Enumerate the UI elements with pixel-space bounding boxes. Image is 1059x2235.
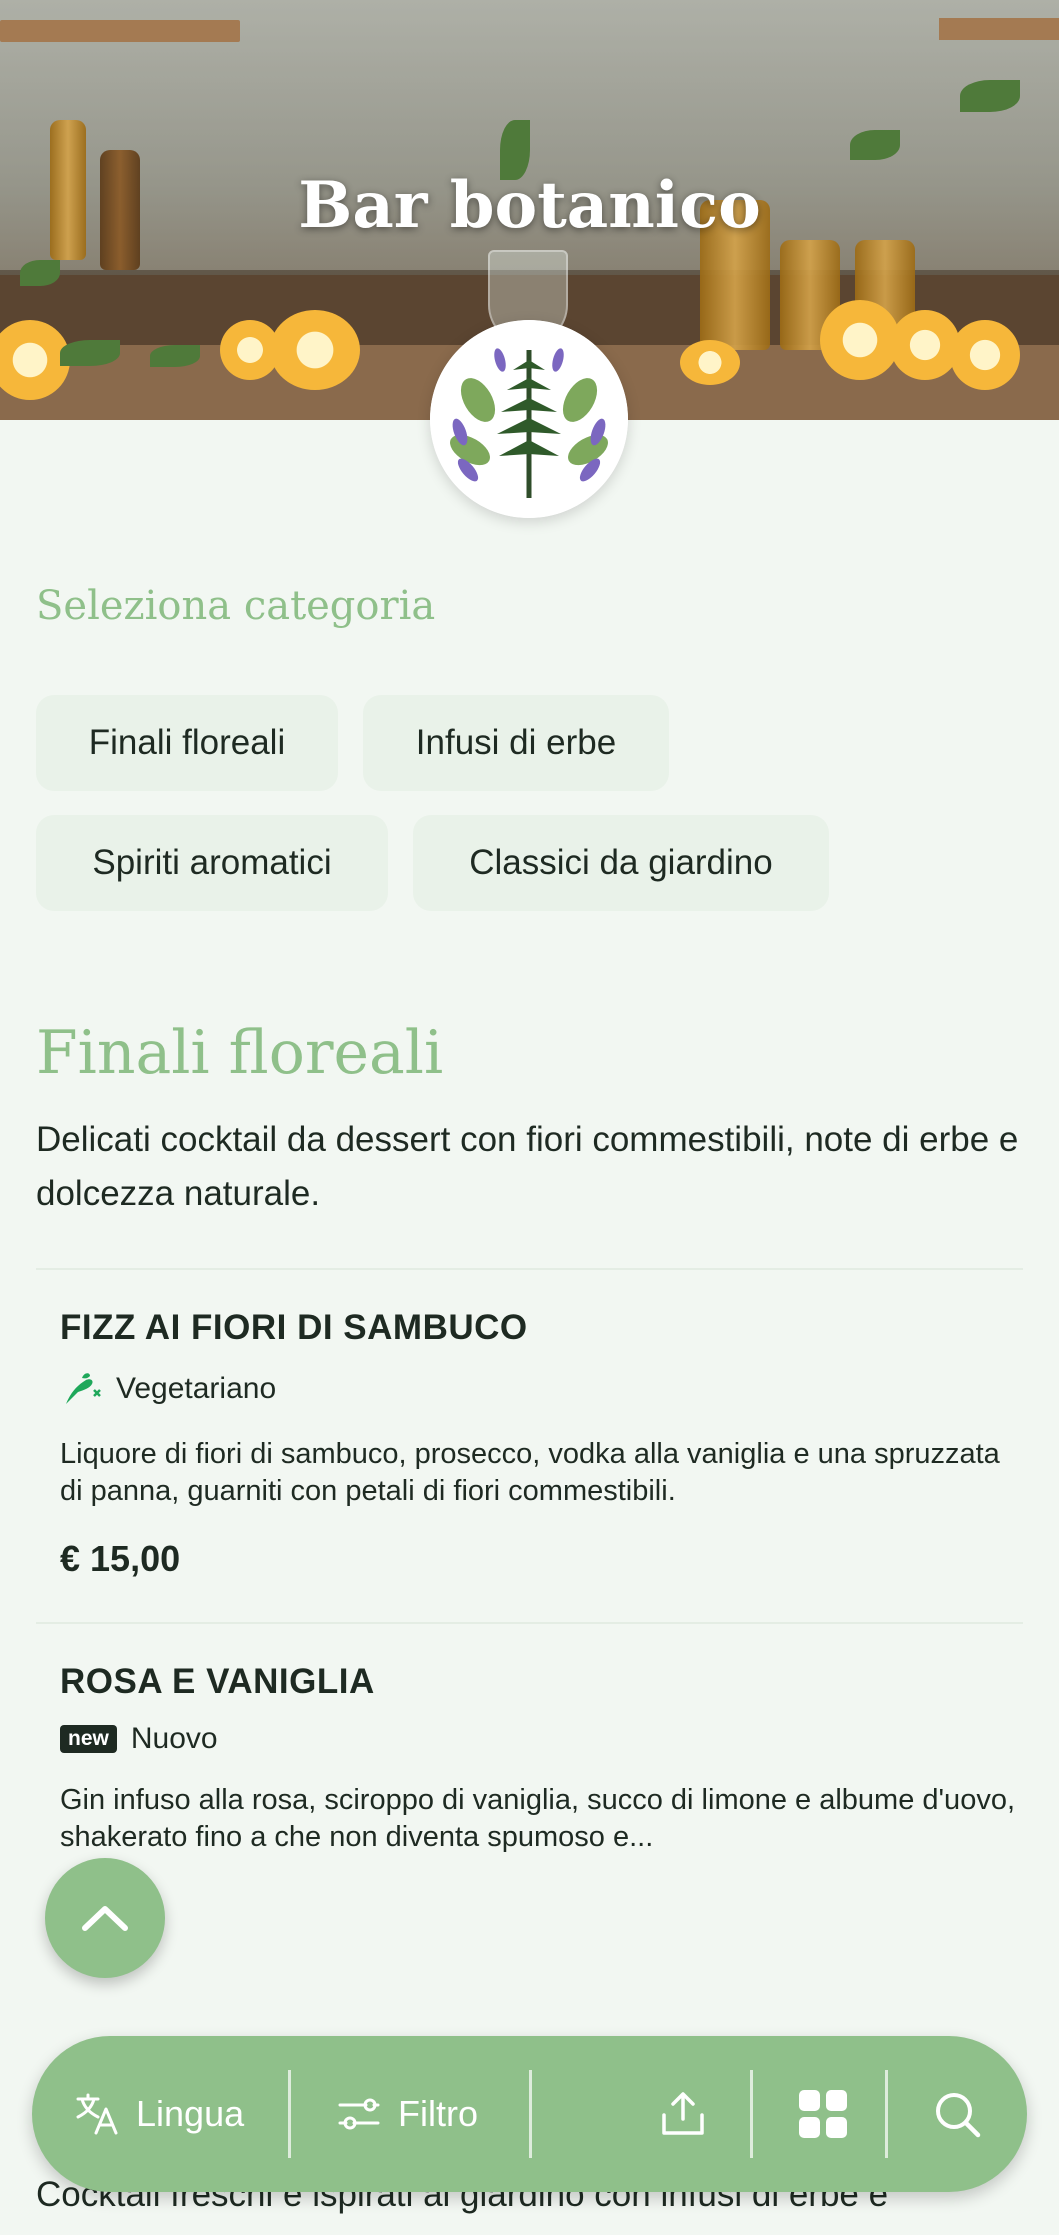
item-price: 0 [60,1884,1020,1926]
language-button[interactable]: Lingua [74,2036,244,2192]
hero-lemon [680,340,740,385]
item-name: ROSA E VANIGLIA [60,1662,375,1701]
category-chip-infusi-di-erbe[interactable]: Infusi di erbe [363,695,669,791]
hero-lemon [270,310,360,390]
hero-lemon [950,320,1020,390]
share-icon [662,2092,704,2135]
hero-lemon [890,310,960,380]
herb-logo-icon [430,320,628,518]
hero-lemon [820,300,900,380]
item-tag: Vegetariano [60,1368,1020,1410]
page-title: Bar botanico [298,168,761,243]
category-chip-classici-da-giardino[interactable]: Classici da giardino [413,815,829,911]
new-badge: new [60,1725,117,1753]
filter-label: Filtro [398,2093,478,2134]
bottom-toolbar: Lingua Filtro [32,2036,1027,2192]
item-tag-label: Nuovo [130,1722,218,1755]
item-description: Liquore di fiori di sambuco, prosecco, v… [60,1438,1000,1507]
language-label: Lingua [136,2093,245,2134]
item-description: Gin infuso alla rosa, sciroppo di vanigl… [60,1784,1016,1853]
hero-leaf [850,130,900,160]
scroll-top-button[interactable] [45,1858,165,1978]
section-description: Delicati cocktail da dessert con fiori c… [36,1120,1019,1213]
grid-icon [799,2090,847,2138]
filter-button[interactable]: Filtro [336,2036,478,2192]
item-tag-label: Vegetariano [116,1372,277,1405]
divider [36,1268,1023,1270]
search-icon [936,2093,981,2138]
category-chip-finali-floreali[interactable]: Finali floreali [36,695,338,791]
item-price: € 15,00 [60,1538,181,1579]
hero-leaf [960,80,1020,112]
grid-view-button[interactable] [797,2036,849,2192]
divider [36,1622,1023,1624]
toolbar-separator [288,2070,291,2158]
translate-icon [76,2093,118,2135]
vegetarian-icon [66,1373,101,1404]
menu-item[interactable]: ROSA E VANIGLIA new Nuovo Gin infuso all… [60,1662,1020,1926]
search-button[interactable] [932,2036,982,2192]
category-chip-spiriti-aromatici[interactable]: Spiriti aromatici [36,815,388,911]
hero-lemon [220,320,280,380]
share-button[interactable] [658,2036,708,2192]
menu-item[interactable]: FIZZ AI FIORI DI SAMBUCO Vegetariano Liq… [60,1308,1020,1580]
hero-leaf [60,340,120,366]
hero-leaf [20,260,60,286]
hero-shelf [0,20,240,42]
toolbar-separator [885,2070,888,2158]
chevron-up-icon [82,1906,128,1931]
item-name: FIZZ AI FIORI DI SAMBUCO [60,1308,528,1347]
filter-icon [338,2098,380,2130]
restaurant-logo [430,320,628,518]
toolbar-separator [529,2070,532,2158]
category-heading: Seleziona categoria [36,583,436,629]
hero-shelf-right [939,18,1059,40]
hero-leaf [150,345,200,367]
toolbar-separator [750,2070,753,2158]
section-title: Finali floreali [36,1018,444,1088]
item-tag: new Nuovo [60,1722,1020,1756]
